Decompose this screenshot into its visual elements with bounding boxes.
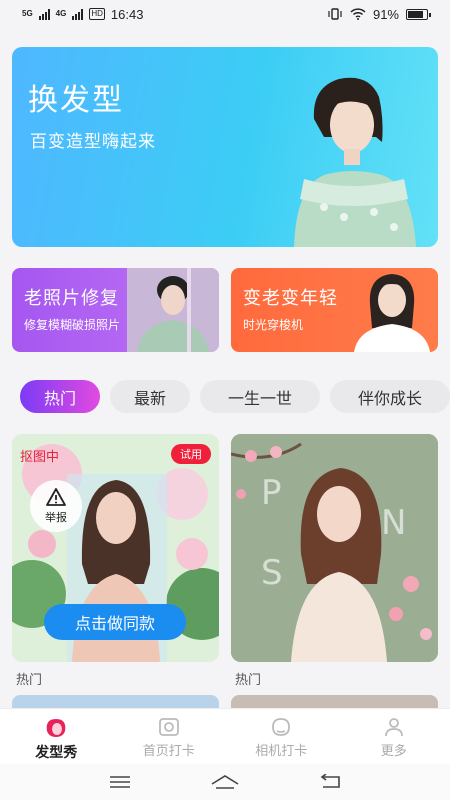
bottom-tab-bar: 发型秀 首页打卡 相机打卡 更多 [0,708,450,764]
vibrate-icon [328,8,342,20]
hair-style-banner[interactable]: 换发型 百变造型嗨起来 [12,47,438,247]
warning-icon [46,488,66,506]
network-4g-label: 4G [55,9,67,18]
tab-camera-checkin[interactable]: 相机打卡 [225,709,338,764]
face-icon [272,718,291,736]
tile-category-label: 热门 [235,673,262,688]
svg-text:P: P [261,473,282,513]
svg-text:S: S [261,553,283,593]
tab-latest[interactable]: 最新 [110,380,190,413]
tab-home-checkin[interactable]: 首页打卡 [113,709,226,764]
signal-icon [72,8,84,20]
signal-icon [38,8,50,20]
user-icon [384,718,403,737]
photo-frame-icon [158,718,179,736]
report-label: 举报 [45,511,67,524]
template-tile[interactable]: 抠图中 试用 举报 点击做同款 [12,434,219,662]
banner-subtitle: 百变造型嗨起来 [30,132,156,152]
processing-label: 抠图中 [20,450,60,465]
tab-more[interactable]: 更多 [338,709,450,764]
tile-category-label: 热门 [16,673,43,688]
card-title: 老照片修复 [24,288,119,309]
young-woman-photo [354,274,430,352]
category-tabs: 热门 最新 一生一世 伴你成长 [0,380,450,416]
back-icon[interactable] [319,774,341,790]
svg-text:N: N [381,503,406,543]
hd-badge: HD [89,8,105,20]
menu-icon[interactable] [109,775,131,789]
trial-badge: 试用 [171,444,211,464]
battery-percent: 91% [372,6,399,22]
status-bar: 5G 4G HD 16:43 91% [0,0,450,28]
model-photo [294,77,416,247]
tab-lifetime[interactable]: 一生一世 [200,380,320,413]
card-title: 变老变年轻 [243,288,338,309]
card-subtitle: 时光穿梭机 [243,318,304,332]
make-same-button[interactable]: 点击做同款 [44,604,186,640]
tab-label: 相机打卡 [255,744,308,759]
wifi-icon [350,8,366,20]
tab-label: 首页打卡 [142,744,195,759]
vintage-portrait-photo [127,268,219,352]
tab-label: 更多 [380,744,407,759]
template-tile[interactable]: P N S [231,434,438,662]
hair-icon [46,719,66,737]
tab-label: 发型秀 [35,745,78,761]
tab-growing-up[interactable]: 伴你成长 [330,380,450,413]
battery-icon [406,8,431,20]
network-5g-label: 5G [22,9,33,18]
old-photo-repair-card[interactable]: 老照片修复 修复模糊破损照片 [12,268,219,352]
card-subtitle: 修复模糊破损照片 [24,318,121,332]
spring-portrait-photo: P N S [231,434,438,662]
tab-hair-show[interactable]: 发型秀 [0,709,113,764]
report-button[interactable]: 举报 [30,480,82,532]
tab-hot[interactable]: 热门 [20,380,100,413]
system-nav-bar [0,764,450,800]
home-icon[interactable] [210,774,240,790]
clock: 16:43 [110,6,144,22]
age-transform-card[interactable]: 变老变年轻 时光穿梭机 [231,268,438,352]
banner-title: 换发型 [28,83,124,118]
